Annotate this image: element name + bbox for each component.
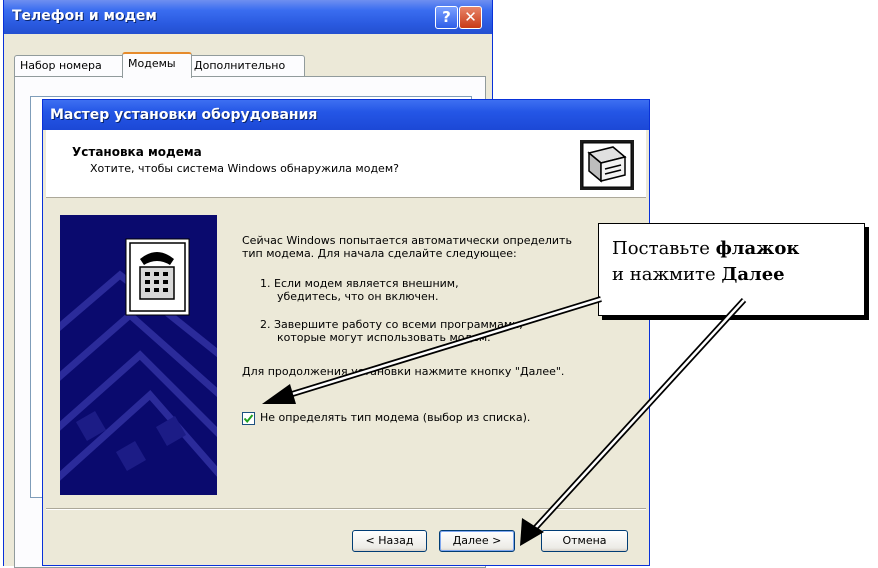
hardware-wizard-dialog: Мастер установки оборудования Установка …	[42, 99, 650, 566]
no-detect-checkbox[interactable]	[242, 412, 255, 425]
continue-instruction: Для продолжения установки нажмите кнопку…	[242, 365, 565, 378]
telephone-icon	[60, 215, 217, 495]
step-1-line-1: 1. Если модем является внешним,	[260, 277, 459, 290]
instruction-callout: Поставьте флажок и нажмите Далее	[598, 223, 865, 316]
header-title: Установка модема	[72, 145, 202, 159]
help-button[interactable]: ?	[435, 6, 458, 29]
button-separator	[46, 508, 646, 510]
callout-next-word: Далее	[721, 264, 785, 285]
tab-dialing[interactable]: Набор номера	[14, 55, 126, 76]
hardware-wizard-icon	[580, 140, 634, 190]
close-button[interactable]: ✕	[459, 6, 482, 29]
tab-advanced[interactable]: Дополнительно	[188, 55, 305, 76]
no-detect-label[interactable]: Не определять тип модема (выбор из списк…	[260, 411, 530, 424]
wizard-header: Установка модема Хотите, чтобы система W…	[46, 130, 646, 198]
callout-line-2-text: и нажмите	[612, 264, 722, 285]
callout-line-1: Поставьте флажок	[612, 237, 799, 261]
callout-checkbox-word: флажок	[715, 238, 800, 259]
header-subtitle: Хотите, чтобы система Windows обнаружила…	[90, 162, 399, 175]
phone-modem-title: Телефон и модем	[12, 8, 157, 24]
intro-line-2: тип модема. Для начала сделайте следующе…	[242, 247, 517, 260]
back-button[interactable]: < Назад	[352, 530, 427, 552]
phone-modem-titlebar[interactable]: Телефон и модем ? ✕	[4, 0, 492, 34]
checkmark-icon	[243, 414, 254, 424]
intro-line-1: Сейчас Windows попытается автоматически …	[242, 234, 572, 247]
next-button[interactable]: Далее >	[439, 530, 515, 552]
tab-strip: Набор номера Модемы Дополнительно	[14, 52, 484, 78]
wizard-body: Сейчас Windows попытается автоматически …	[46, 198, 646, 500]
step-1-line-2: убедитесь, что он включен.	[277, 290, 439, 303]
tab-modems[interactable]: Модемы	[122, 52, 192, 78]
step-1: 1. Если модем является внешним, убедитес…	[260, 277, 560, 303]
callout-line-1-text: Поставьте	[612, 238, 716, 259]
wizard-title: Мастер установки оборудования	[50, 107, 318, 123]
step-2-line-2: которые могут использовать модем.	[277, 331, 491, 344]
step-2: 2. Завершите работу со всеми программами…	[260, 318, 560, 344]
intro-text: Сейчас Windows попытается автоматически …	[242, 234, 577, 260]
cancel-button[interactable]: Отмена	[541, 530, 628, 552]
callout-line-2: и нажмите Далее	[612, 263, 785, 287]
step-2-line-1: 2. Завершите работу со всеми программами…	[260, 318, 523, 331]
wizard-titlebar[interactable]: Мастер установки оборудования	[43, 100, 649, 130]
